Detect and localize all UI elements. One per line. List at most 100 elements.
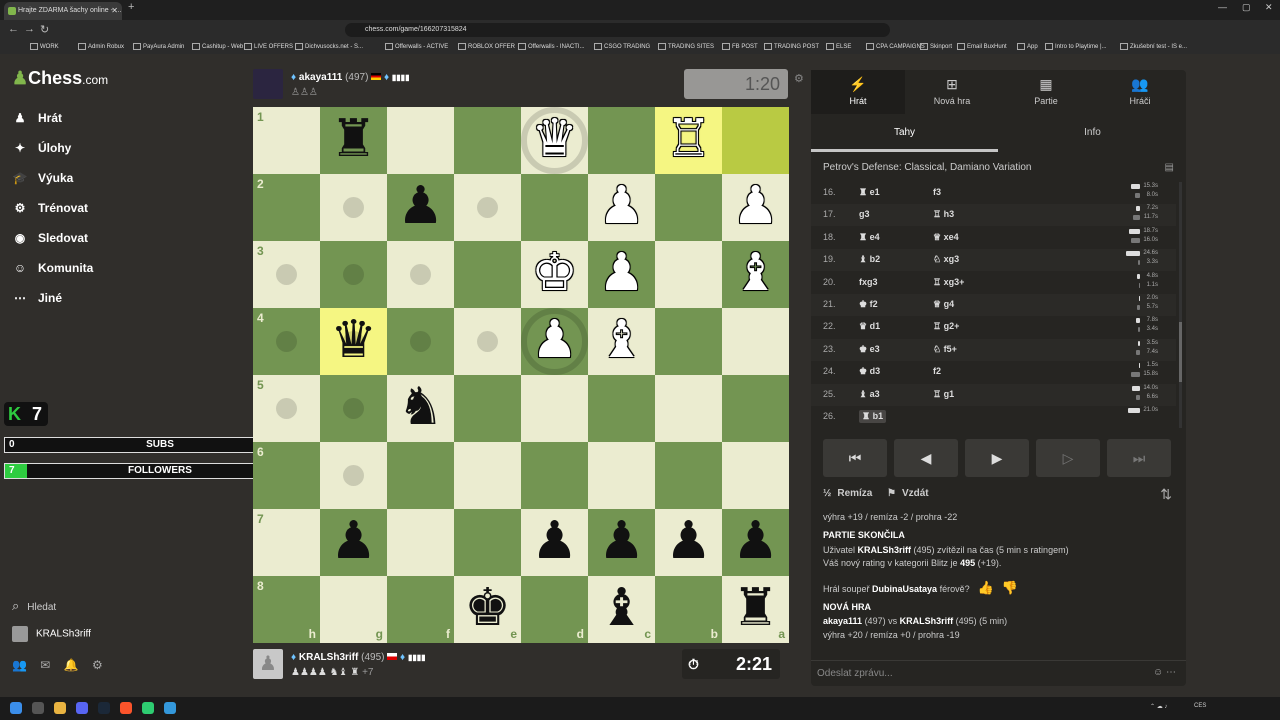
move-hint[interactable]: [454, 308, 521, 375]
flip-board-icon[interactable]: ⇅: [1160, 486, 1172, 503]
black-knight-piece[interactable]: ♞: [387, 375, 454, 442]
forward-icon[interactable]: →: [24, 23, 35, 35]
square-b3[interactable]: [655, 241, 722, 308]
move-hint[interactable]: [253, 375, 320, 442]
draw-button[interactable]: ½ Remíza: [823, 488, 872, 499]
settings-gear-icon[interactable]: ⚙: [92, 658, 103, 672]
sidebar-user[interactable]: KRALSh3riff: [12, 626, 91, 642]
bookmark-item[interactable]: Admin Robux: [78, 43, 124, 50]
chat-player-name[interactable]: KRALSh3riff: [900, 616, 954, 626]
opening-name[interactable]: Petrov's Defense: Classical, Damiano Var…: [823, 162, 1031, 173]
move-hint[interactable]: [320, 442, 387, 509]
move-hint[interactable]: [253, 241, 320, 308]
square-d8[interactable]: d: [521, 576, 588, 643]
opponent-name-row[interactable]: ♦ akaya111 (497) ♦ ▮▮▮▮: [291, 72, 409, 83]
chat-player-name[interactable]: akaya111: [823, 616, 862, 626]
black-move[interactable]: ♖ h3: [933, 209, 954, 220]
square-a5[interactable]: [722, 375, 789, 442]
black-pawn-piece[interactable]: ♟: [387, 174, 454, 241]
black-move[interactable]: ♕ xe4: [933, 232, 959, 243]
back-icon[interactable]: ←: [8, 23, 19, 35]
next-move-button[interactable]: ▷: [1036, 439, 1100, 477]
move-list-scrollbar[interactable]: [1179, 182, 1182, 428]
board-settings-icon[interactable]: ⚙: [794, 72, 804, 85]
bookmark-item[interactable]: LIVE OFFERS: [244, 43, 293, 50]
white-queen-piece[interactable]: ♛: [521, 107, 588, 174]
square-f1[interactable]: [387, 107, 454, 174]
white-pawn-piece[interactable]: ♟: [588, 174, 655, 241]
bookmark-item[interactable]: Email BuxHunt: [957, 43, 1007, 50]
square-a1[interactable]: [722, 107, 789, 174]
square-b2[interactable]: [655, 174, 722, 241]
chat-winner-name[interactable]: KRALSh3riff: [858, 545, 912, 555]
black-move[interactable]: f2: [933, 366, 941, 376]
thumbs-up-icon[interactable]: 👍: [978, 580, 994, 596]
move-hint[interactable]: [320, 375, 387, 442]
move-hint[interactable]: [320, 174, 387, 241]
white-move[interactable]: ♜ e4: [859, 232, 880, 243]
black-queen-piece[interactable]: ♛: [320, 308, 387, 375]
white-move[interactable]: ♚ f2: [859, 299, 878, 310]
white-pawn-piece[interactable]: ♟: [588, 241, 655, 308]
bookmark-item[interactable]: ELSE: [826, 43, 851, 50]
tab-play[interactable]: ⚡ Hrát: [811, 70, 905, 114]
square-b6[interactable]: [655, 442, 722, 509]
black-rook-piece[interactable]: ♜: [320, 107, 387, 174]
current-move[interactable]: ♜ b1: [859, 410, 887, 423]
language-indicator[interactable]: CES: [1194, 703, 1206, 709]
white-move[interactable]: ♛ d1: [859, 321, 880, 332]
sidebar-item-1[interactable]: ✦ Úlohy: [12, 140, 71, 156]
square-h6[interactable]: 6: [253, 442, 320, 509]
white-pawn-piece[interactable]: ♟: [521, 308, 588, 375]
bookmark-item[interactable]: FB POST: [722, 43, 758, 50]
app-icon[interactable]: [164, 702, 176, 714]
move-hint[interactable]: [253, 308, 320, 375]
tab-new-game[interactable]: ⊞ Nová hra: [905, 70, 999, 114]
thumbs-down-icon[interactable]: 👎: [1002, 580, 1018, 596]
square-c6[interactable]: [588, 442, 655, 509]
move-hint[interactable]: [387, 241, 454, 308]
tab-moves[interactable]: Tahy: [811, 114, 998, 152]
bookmark-item[interactable]: CSGO TRADING: [594, 43, 650, 50]
black-move[interactable]: ♘ xg3: [933, 254, 959, 265]
white-bishop-piece[interactable]: ♝: [722, 241, 789, 308]
move-hint[interactable]: [454, 174, 521, 241]
new-tab-icon[interactable]: +: [128, 1, 134, 13]
white-move[interactable]: fxg3: [859, 277, 878, 287]
bookmark-item[interactable]: CPA CAMPAIGNS: [866, 43, 925, 50]
friends-icon[interactable]: 👥: [12, 658, 27, 672]
square-c1[interactable]: [588, 107, 655, 174]
sidebar-search[interactable]: ⌕ Hledat: [12, 598, 56, 614]
bookmark-item[interactable]: WORK: [30, 43, 59, 50]
square-d6[interactable]: [521, 442, 588, 509]
bookmark-item[interactable]: Offerwalls - ACTIVE: [385, 43, 448, 50]
square-a6[interactable]: [722, 442, 789, 509]
sidebar-item-2[interactable]: 🎓 Výuka: [12, 170, 74, 186]
square-h7[interactable]: 7: [253, 509, 320, 576]
move-hint[interactable]: [387, 308, 454, 375]
black-move[interactable]: ♖ xg3+: [933, 277, 964, 288]
black-pawn-piece[interactable]: ♟: [588, 509, 655, 576]
explorer-icon[interactable]: [54, 702, 66, 714]
black-rook-piece[interactable]: ♜: [722, 576, 789, 643]
opening-book-icon[interactable]: ▤: [1165, 162, 1174, 173]
bookmark-item[interactable]: TRADING SITES: [658, 43, 714, 50]
square-f7[interactable]: [387, 509, 454, 576]
bookmark-item[interactable]: PayAura Admin: [133, 43, 184, 50]
messages-icon[interactable]: ✉: [40, 658, 50, 672]
player-avatar[interactable]: ♟: [253, 649, 283, 679]
black-pawn-piece[interactable]: ♟: [655, 509, 722, 576]
black-move[interactable]: ♖ g1: [933, 389, 954, 400]
bookmark-item[interactable]: Intro to Playtime |...: [1045, 43, 1107, 50]
discord-icon[interactable]: [76, 702, 88, 714]
square-a4[interactable]: [722, 308, 789, 375]
sidebar-item-3[interactable]: ⚙ Trénovat: [12, 200, 88, 216]
bookmark-item[interactable]: App: [1017, 43, 1038, 50]
chess-logo[interactable]: ♟Chess.com: [12, 68, 108, 89]
prev-move-button[interactable]: ◀: [894, 439, 958, 477]
black-king-piece[interactable]: ♚: [454, 576, 521, 643]
square-d2[interactable]: [521, 174, 588, 241]
black-move[interactable]: f3: [933, 187, 941, 197]
tab-close-icon[interactable]: ✕: [111, 2, 118, 20]
sidebar-item-4[interactable]: ◉ Sledovat: [12, 230, 88, 246]
